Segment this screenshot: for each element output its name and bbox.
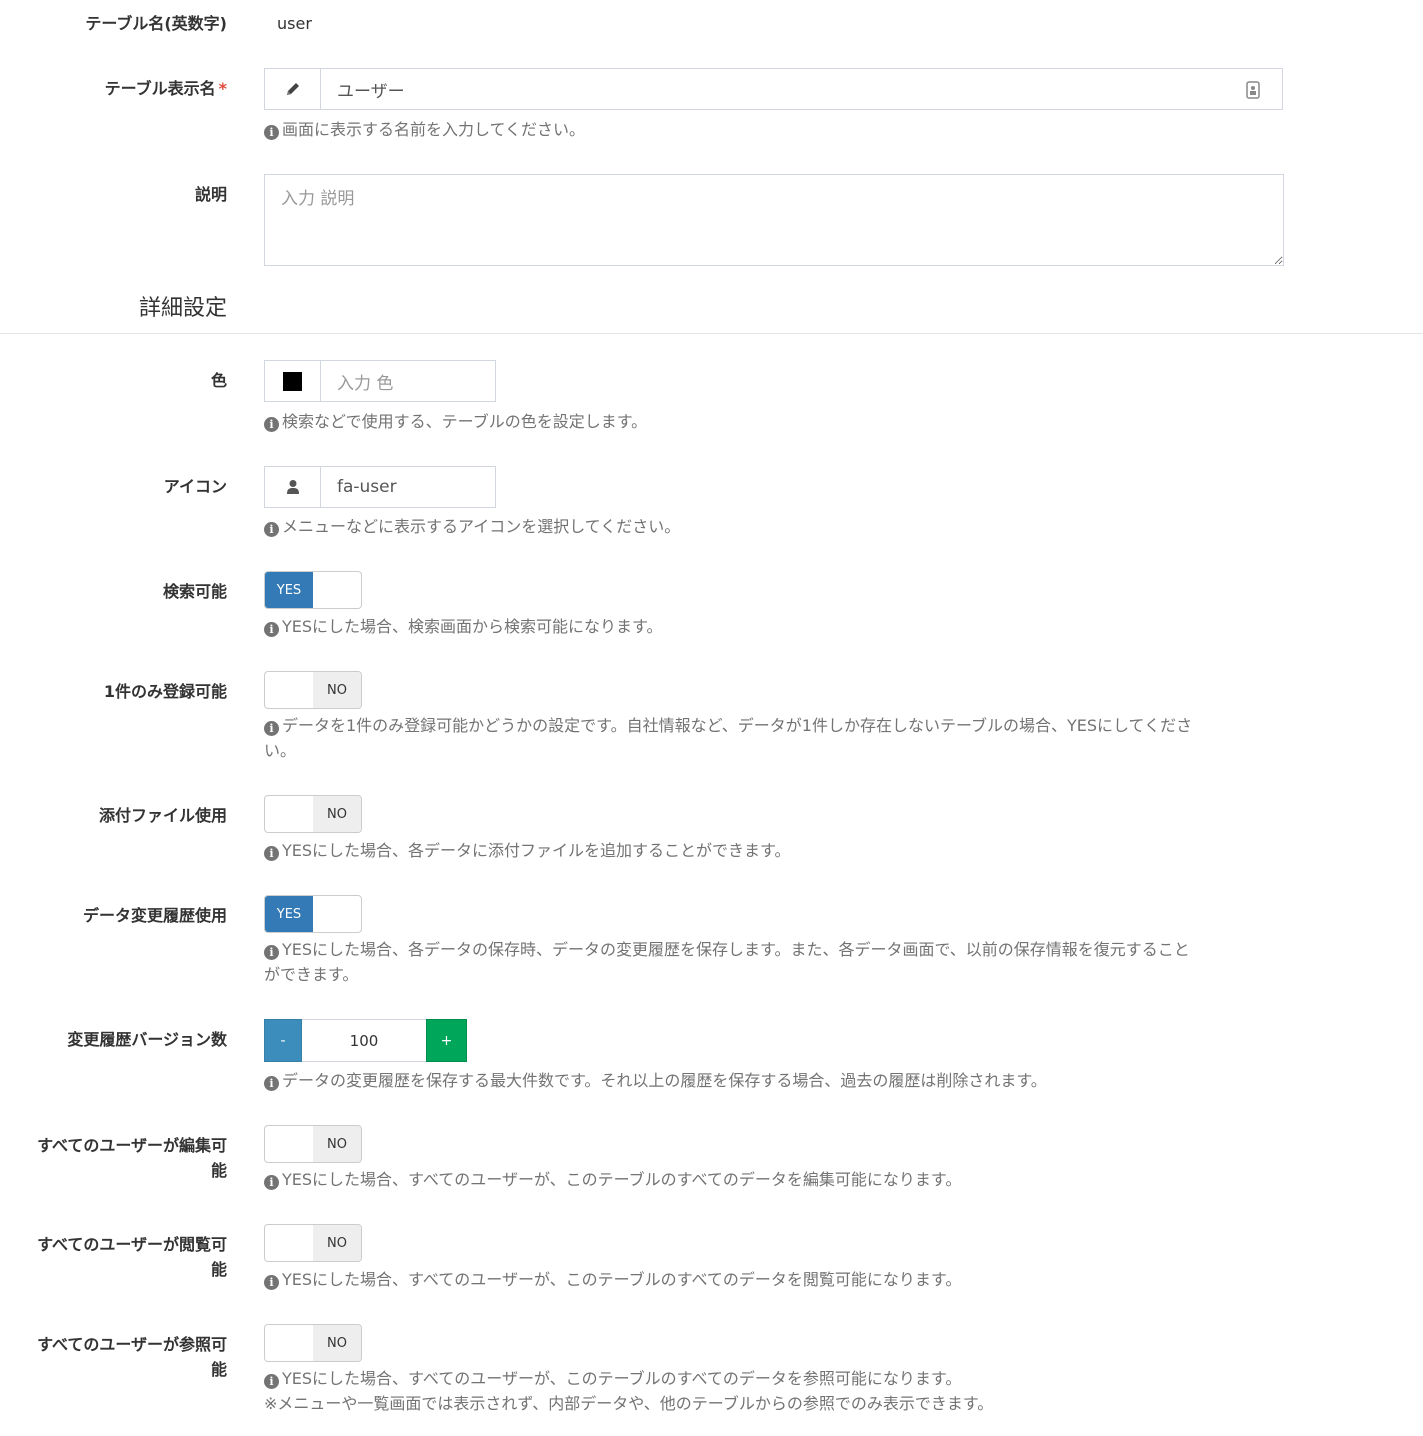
- description-textarea[interactable]: [264, 174, 1284, 266]
- contact-card-icon[interactable]: [1246, 81, 1260, 104]
- icon-group: fa-user: [264, 466, 496, 508]
- toggle-no: NO: [313, 1225, 361, 1261]
- info-icon: i: [264, 721, 279, 736]
- table-name-label: テーブル名(英数字): [85, 14, 227, 33]
- all-reference-label: すべてのユーザーが参照可 能: [0, 1332, 227, 1382]
- searchable-toggle[interactable]: YES: [264, 571, 362, 609]
- all-view-toggle[interactable]: NO: [264, 1224, 362, 1262]
- color-help: i 検索などで使用する、テーブルの色を設定します。: [264, 409, 1279, 434]
- help-text: YESにした場合、すべてのユーザーが、このテーブルのすべてのデータを参照可能にな…: [282, 1369, 962, 1388]
- toggle-yes: YES: [265, 896, 313, 932]
- single-record-label: 1件のみ登録可能: [103, 682, 227, 701]
- help-text-note: ※メニューや一覧画面では表示されず、内部データや、他のテーブルからの参照でのみ表…: [264, 1394, 994, 1413]
- attachments-toggle[interactable]: NO: [264, 795, 362, 833]
- display-name-label-text: テーブル表示名: [104, 79, 216, 98]
- toggle-no: NO: [313, 1325, 361, 1361]
- attachments-help: i YESにした場合、各データに添付ファイルを追加することができます。: [264, 838, 1279, 863]
- info-icon: i: [264, 522, 279, 537]
- help-text: 検索などで使用する、テーブルの色を設定します。: [282, 412, 648, 431]
- display-name-input[interactable]: ユーザー: [321, 68, 1283, 110]
- help-text: データの変更履歴を保存する最大件数です。それ以上の履歴を保存する場合、過去の履歴…: [282, 1071, 1047, 1090]
- revision-count-stepper: - 100 +: [264, 1019, 467, 1062]
- revision-count-label: 変更履歴バージョン数: [67, 1030, 227, 1049]
- help-text: 画面に表示する名前を入力してください。: [282, 120, 586, 139]
- required-mark: *: [218, 79, 227, 98]
- searchable-label: 検索可能: [162, 582, 227, 601]
- all-edit-help: i YESにした場合、すべてのユーザーが、このテーブルのすべてのデータを編集可能に…: [264, 1167, 1279, 1192]
- color-swatch-box: [283, 371, 302, 391]
- info-icon: i: [264, 1175, 279, 1190]
- help-text: YESにした場合、検索画面から検索可能になります。: [282, 617, 663, 636]
- toggle-no: NO: [313, 796, 361, 832]
- revision-history-label: データ変更履歴使用: [82, 906, 227, 925]
- all-reference-help: i YESにした場合、すべてのユーザーが、このテーブルのすべてのデータを参照可能に…: [264, 1366, 1279, 1416]
- all-view-help: i YESにした場合、すべてのユーザーが、このテーブルのすべてのデータを閲覧可能に…: [264, 1267, 1279, 1292]
- pencil-icon: [264, 68, 321, 110]
- info-icon: i: [264, 417, 279, 432]
- increment-button[interactable]: +: [426, 1019, 467, 1062]
- all-reference-toggle[interactable]: NO: [264, 1324, 362, 1362]
- info-icon: i: [264, 1076, 279, 1091]
- label-line1: すべてのユーザーが参照可: [37, 1335, 227, 1354]
- all-view-label: すべてのユーザーが閲覧可 能: [0, 1232, 227, 1282]
- color-input[interactable]: 入力 色: [321, 360, 496, 402]
- display-name-label: テーブル表示名 *: [0, 76, 227, 101]
- help-text: データを1件のみ登録可能かどうかの設定です。自社情報など、データが1件しか存在し…: [282, 716, 1193, 735]
- icon-label: アイコン: [163, 477, 227, 496]
- all-edit-toggle[interactable]: NO: [264, 1125, 362, 1163]
- single-record-toggle[interactable]: NO: [264, 671, 362, 709]
- icon-input[interactable]: fa-user: [321, 466, 496, 508]
- display-name-group: ユーザー: [264, 68, 1283, 110]
- toggle-no: NO: [313, 672, 361, 708]
- toggle-no: NO: [313, 1126, 361, 1162]
- toggle-yes: YES: [265, 572, 313, 608]
- info-icon: i: [264, 945, 279, 960]
- help-text: YESにした場合、各データの保存時、データの変更履歴を保存します。また、各データ…: [282, 940, 1190, 959]
- revision-history-toggle[interactable]: YES: [264, 895, 362, 933]
- single-record-help: i データを1件のみ登録可能かどうかの設定です。自社情報など、データが1件しか存在…: [264, 713, 1279, 763]
- decrement-button[interactable]: -: [264, 1019, 302, 1062]
- revision-count-help: i データの変更履歴を保存する最大件数です。それ以上の履歴を保存する場合、過去の履…: [264, 1068, 1279, 1093]
- help-text: YESにした場合、すべてのユーザーが、このテーブルのすべてのデータを編集可能にな…: [282, 1170, 962, 1189]
- color-placeholder: 入力 色: [337, 373, 394, 394]
- searchable-help: i YESにした場合、検索画面から検索可能になります。: [264, 614, 1279, 639]
- section-title: 詳細設定: [138, 296, 227, 321]
- info-icon: i: [264, 1374, 279, 1389]
- label-line2: 能: [210, 1360, 227, 1379]
- revision-count-input[interactable]: 100: [302, 1019, 426, 1062]
- color-group: 入力 色: [264, 360, 496, 402]
- label-line2: 能: [210, 1260, 227, 1279]
- attachments-label: 添付ファイル使用: [98, 806, 227, 825]
- color-swatch[interactable]: [264, 360, 321, 402]
- label-line1: すべてのユーザーが編集可: [37, 1136, 227, 1155]
- info-icon: i: [264, 622, 279, 637]
- icon-help: i メニューなどに表示するアイコンを選択してください。: [264, 514, 1279, 539]
- revision-history-help: i YESにした場合、各データの保存時、データの変更履歴を保存します。また、各デー…: [264, 937, 1279, 987]
- display-name-help: i 画面に表示する名前を入力してください。: [264, 117, 1279, 142]
- label-line1: すべてのユーザーが閲覧可: [37, 1235, 227, 1254]
- help-text: YESにした場合、すべてのユーザーが、このテーブルのすべてのデータを閲覧可能にな…: [282, 1270, 962, 1289]
- help-text: YESにした場合、各データに添付ファイルを追加することができます。: [282, 841, 791, 860]
- help-text-cont: ができます。: [264, 965, 359, 984]
- icon-value: fa-user: [337, 477, 397, 497]
- all-edit-label: すべてのユーザーが編集可 能: [0, 1133, 227, 1183]
- info-icon: i: [264, 846, 279, 861]
- help-text-cont: い。: [264, 741, 297, 760]
- user-icon: [264, 466, 321, 508]
- description-label: 説明: [194, 185, 227, 204]
- table-name-value: user: [277, 14, 312, 33]
- divider: [0, 333, 1423, 334]
- color-label: 色: [210, 371, 227, 390]
- info-icon: i: [264, 1275, 279, 1290]
- label-line2: 能: [210, 1161, 227, 1180]
- display-name-value: ユーザー: [337, 81, 405, 102]
- help-text: メニューなどに表示するアイコンを選択してください。: [282, 517, 681, 536]
- info-icon: i: [264, 125, 279, 140]
